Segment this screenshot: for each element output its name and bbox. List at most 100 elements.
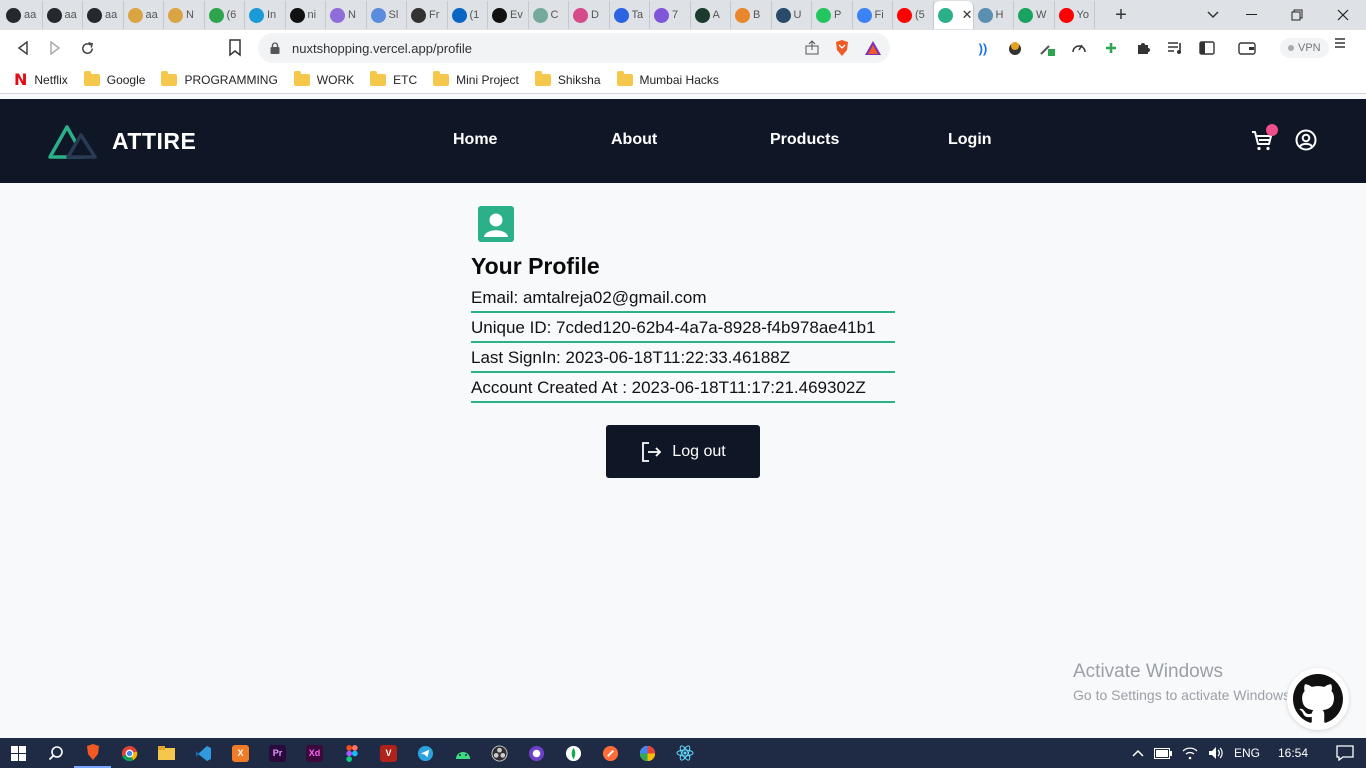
brand-logo-link[interactable]: ATTIRE [48,123,196,159]
reload-button[interactable] [72,33,102,63]
browser-tab[interactable]: N [164,1,205,29]
browser-tab[interactable]: H [974,1,1014,29]
clock[interactable]: 16:54 [1278,746,1308,760]
bookmark-label: WORK [316,72,355,87]
browser-tab-title: Ev [510,9,523,21]
browser-tab-title: 7 [672,9,679,21]
browser-tab[interactable]: Ta [610,1,650,29]
bookmark-item[interactable]: Mumbai Hacks [616,70,719,87]
postman-icon[interactable] [592,738,629,768]
nav-home[interactable]: Home [453,131,497,149]
sidebar-toggle-icon[interactable] [1196,37,1218,59]
pinwheel-app-icon[interactable] [629,738,666,768]
nav-login[interactable]: Login [948,131,992,149]
brave-browser-icon[interactable] [74,738,111,768]
mascot-extension-icon[interactable] [1004,37,1026,59]
browser-tab[interactable]: Ev [488,1,529,29]
github-desktop-icon[interactable] [518,738,555,768]
browser-tab[interactable]: Fi [853,1,893,29]
browser-tab[interactable]: (1 [448,1,488,29]
main-menu-icon[interactable] [1334,36,1346,54]
wifi-icon[interactable] [1182,746,1198,760]
browser-tab[interactable]: A [691,1,731,29]
add-extension-icon[interactable] [1100,37,1122,59]
browser-tab[interactable]: P [812,1,853,29]
eyedropper-extension-icon[interactable] [1036,37,1058,59]
chrome-icon[interactable] [111,738,148,768]
bookmark-item[interactable]: PROGRAMMING [161,70,278,87]
react-icon[interactable] [666,738,703,768]
forward-button[interactable] [40,33,70,63]
logout-button[interactable]: Log out [606,425,760,478]
app-v-icon[interactable]: V [370,738,407,768]
browser-tab[interactable]: In [245,1,286,29]
vscode-icon[interactable] [185,738,222,768]
bookmark-item[interactable]: Google [83,70,145,87]
volume-icon[interactable] [1208,746,1224,760]
search-icon[interactable] [37,738,74,768]
browser-tab[interactable]: W [1014,1,1055,29]
bookmark-item[interactable]: N Netflix [14,70,68,89]
browser-tab[interactable]: (5 [893,1,934,29]
github-floating-button[interactable] [1287,668,1349,730]
notifications-icon[interactable] [1336,745,1354,761]
battery-icon[interactable] [1153,747,1172,759]
browser-tab[interactable]: C [529,1,569,29]
url-text[interactable]: nuxtshopping.vercel.app/profile [292,41,472,56]
nav-about[interactable]: About [611,131,657,149]
podcast-extension-icon[interactable]: )) [972,37,994,59]
language-indicator[interactable]: ENG [1234,746,1260,760]
tab-search-chevron-icon[interactable] [1198,0,1228,30]
figma-icon[interactable] [333,738,370,768]
badge-icon [208,7,224,23]
share-icon[interactable] [804,40,820,56]
browser-tab-title: Sl [388,9,399,21]
show-hidden-icons-chevron-icon[interactable] [1132,749,1144,757]
nav-products[interactable]: Products [770,131,839,149]
browser-tab[interactable]: ✕ [933,1,974,29]
media-playlist-icon[interactable] [1164,37,1186,59]
premiere-pro-icon[interactable]: Pr [259,738,296,768]
close-tab-icon[interactable]: ✕ [962,7,973,23]
wallet-icon[interactable] [1236,37,1258,59]
android-studio-icon[interactable] [444,738,481,768]
bookmark-item[interactable]: Mini Project [433,70,519,87]
browser-tab[interactable]: B [731,1,772,29]
bookmark-page-icon[interactable] [228,39,242,57]
browser-tab[interactable]: ni [286,1,326,29]
back-button[interactable] [8,33,38,63]
browser-tab[interactable]: N [326,1,367,29]
adobe-xd-icon[interactable]: Xd [296,738,333,768]
file-explorer-icon[interactable] [148,738,185,768]
browser-tab[interactable]: 7 [650,1,691,29]
restore-button[interactable] [1274,0,1320,30]
brave-shields-icon[interactable] [834,39,850,57]
user-account-icon[interactable] [1295,129,1317,151]
close-window-button[interactable] [1320,0,1366,30]
xampp-icon[interactable]: X [222,738,259,768]
bookmark-item[interactable]: ETC [370,70,417,87]
address-bar[interactable]: nuxtshopping.vercel.app/profile [258,33,890,63]
browser-tab[interactable]: aa [43,1,83,29]
browser-tab[interactable]: (6 [205,1,245,29]
new-tab-button[interactable]: + [1108,0,1134,30]
obs-icon[interactable] [481,738,518,768]
bookmark-item[interactable]: Shiksha [534,70,601,87]
speedometer-icon[interactable] [1068,37,1090,59]
browser-tab[interactable]: Yo [1055,1,1095,29]
browser-tab[interactable]: aa [83,1,124,29]
brave-rewards-icon[interactable] [864,40,882,56]
browser-tab[interactable]: D [569,1,610,29]
browser-tab[interactable]: Fr [407,1,448,29]
browser-tab[interactable]: U [772,1,812,29]
browser-tab[interactable]: Sl [367,1,407,29]
puzzle-extensions-icon[interactable] [1132,37,1154,59]
browser-tab[interactable]: aa [124,1,164,29]
browser-tab[interactable]: aa [2,1,43,29]
telegram-icon[interactable] [407,738,444,768]
minimize-button[interactable] [1228,0,1274,30]
mongodb-compass-icon[interactable] [555,738,592,768]
bookmark-item[interactable]: WORK [293,70,355,87]
vpn-button[interactable]: VPN [1280,38,1329,58]
windows-start-icon[interactable] [0,738,37,768]
